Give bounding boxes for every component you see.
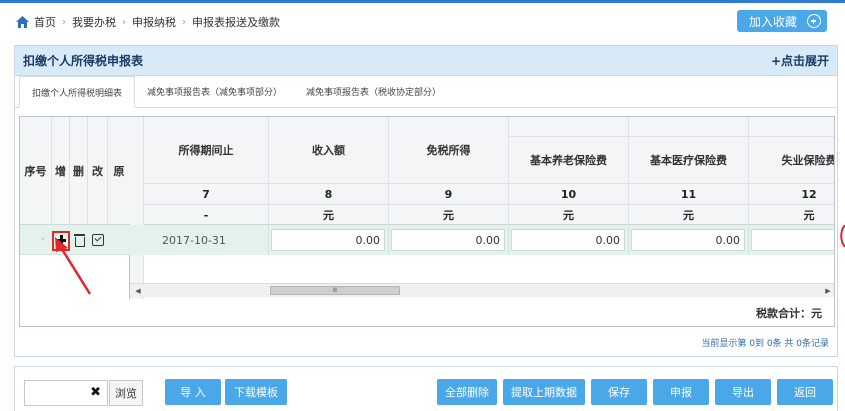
header-original: 原 (113, 165, 125, 178)
scroll-thumb[interactable]: Ⅲ (270, 286, 400, 295)
tab-reduction-items[interactable]: 减免事项报告表（减免事项部分） (135, 76, 294, 108)
period-end-value: 2017-10-31 (162, 233, 226, 247)
column-title: 基本医疗保险费 (650, 154, 727, 167)
panel-title: 扣缴个人所得税申报表 (23, 54, 144, 68)
pager-info: 当前显示第 0到 0条 共 0条记录 (701, 339, 829, 349)
top-accent-bar (0, 0, 845, 3)
panel-header: 扣缴个人所得税申报表 +点击展开 (15, 46, 837, 76)
scrollable-columns: 所得期间止 7 - 2017-10-31 收入额 8 元 0.00 免税所得 9… (130, 117, 835, 299)
column-title: 基本养老保险费 (530, 154, 607, 167)
column-unit: 元 (509, 204, 628, 225)
column-number: 11 (629, 183, 748, 204)
column-unit: 元 (749, 204, 834, 225)
column-title: 收入额 (312, 144, 345, 157)
highlight-box (52, 231, 70, 251)
scroll-left-icon[interactable]: ◀ (132, 284, 144, 298)
file-path-input[interactable]: ✖ (24, 380, 108, 406)
cell-medical: 0.00 (629, 225, 749, 255)
column-unemployment: 失业保险费 12 元 (749, 117, 835, 225)
cell-pension: 0.00 (509, 225, 629, 255)
column-number: 12 (749, 183, 834, 204)
column-income: 收入额 8 元 (269, 117, 389, 225)
column-title: 所得期间止 (178, 144, 234, 157)
browse-button[interactable]: 浏览 (109, 380, 143, 406)
column-number: 10 (509, 183, 628, 204)
home-icon[interactable] (16, 16, 29, 28)
scroll-right-icon[interactable]: ▶ (822, 284, 834, 298)
tab-detail-sheet[interactable]: 扣缴个人所得税明细表 (19, 76, 136, 108)
export-button[interactable]: 导出 (715, 379, 771, 405)
column-number: 8 (269, 183, 388, 204)
breadcrumb-current: 申报表报送及缴款 (192, 16, 280, 29)
add-favorite-label: 加入收藏 (749, 14, 798, 29)
cell-income: 0.00 (269, 225, 389, 255)
medical-input[interactable]: 0.00 (631, 229, 745, 251)
declaration-panel: 扣缴个人所得税申报表 +点击展开 扣缴个人所得税明细表 减免事项报告表（减免事项… (14, 45, 838, 357)
column-pension: 基本养老保险费 10 元 (509, 117, 629, 225)
clear-icon[interactable]: ✖ (90, 386, 101, 400)
add-favorite-button[interactable]: 加入收藏 (737, 10, 827, 32)
delete-all-button[interactable]: 全部删除 (437, 379, 497, 405)
breadcrumb-separator: › (62, 16, 66, 28)
breadcrumb-declare[interactable]: 申报纳税 (132, 14, 176, 30)
column-number: 7 (144, 183, 268, 204)
fixed-columns: 序号 增 删 改 原 · (20, 117, 130, 299)
tab-bar: 扣缴个人所得税明细表 减免事项报告表（减免事项部分） 减免事项报告表（税收协定部… (15, 76, 837, 108)
row-gutter (130, 117, 144, 299)
save-button[interactable]: 保存 (591, 379, 647, 405)
breadcrumb-tax-service[interactable]: 我要办税 (72, 14, 116, 30)
cell-period-end: 2017-10-31 (144, 225, 269, 255)
declare-button[interactable]: 申报 (653, 379, 709, 405)
column-medical: 基本医疗保险费 11 元 (629, 117, 749, 225)
edit-icon[interactable] (92, 234, 104, 246)
income-input[interactable]: 0.00 (271, 229, 385, 251)
tax-total: 税款合计：元 (19, 299, 835, 327)
breadcrumb-separator: › (182, 16, 186, 28)
cell-unemployment (749, 225, 834, 255)
back-button[interactable]: 返回 (777, 379, 833, 405)
plus-circle-icon (807, 14, 821, 28)
column-title: 失业保险费 (781, 154, 835, 167)
table-row: · (20, 225, 130, 255)
breadcrumb: 首页 › 我要办税 › 申报纳税 › 申报表报送及缴款 (16, 12, 280, 32)
tax-exempt-input[interactable]: 0.00 (391, 229, 505, 251)
trash-icon[interactable] (73, 234, 85, 247)
breadcrumb-separator: › (122, 16, 126, 28)
cell-tax-exempt: 0.00 (389, 225, 509, 255)
fetch-last-period-button[interactable]: 提取上期数据 (503, 379, 585, 405)
header-delete: 删 (70, 117, 88, 225)
column-unit: 元 (269, 204, 388, 225)
import-button[interactable]: 导 入 (165, 379, 221, 405)
breadcrumb-home[interactable]: 首页 (34, 14, 56, 30)
row-marker: · (41, 235, 45, 245)
column-period-end: 所得期间止 7 - (144, 117, 269, 225)
tab-treaty-items[interactable]: 减免事项报告表（税收协定部分） (294, 76, 453, 108)
column-title: 免税所得 (426, 144, 471, 157)
column-number: 9 (389, 183, 508, 204)
column-unit: - (144, 204, 268, 225)
header-seq: 序号 (20, 117, 52, 225)
pension-input[interactable]: 0.00 (511, 229, 625, 251)
expand-link[interactable]: +点击展开 (771, 52, 829, 69)
horizontal-scrollbar[interactable]: ◀ Ⅲ ▶ (130, 283, 834, 298)
header-add: 增 (52, 117, 70, 225)
data-grid: 序号 增 删 改 原 · 所得期间止 7 - 2017-10-31 收入额 8 … (19, 116, 835, 300)
column-unit: 元 (629, 204, 748, 225)
edge-marker-icon (840, 225, 845, 247)
column-unit: 元 (389, 204, 508, 225)
bottom-toolbar: ✖ 浏览 导 入 下载模板 全部删除 提取上期数据 保存 申报 导出 返回 (14, 366, 838, 411)
download-template-button[interactable]: 下载模板 (225, 379, 287, 405)
column-tax-exempt: 免税所得 9 元 (389, 117, 509, 225)
unemployment-input[interactable] (751, 229, 834, 251)
header-edit: 改 (88, 117, 108, 225)
fixed-header: 序号 增 删 改 原 (20, 117, 130, 225)
